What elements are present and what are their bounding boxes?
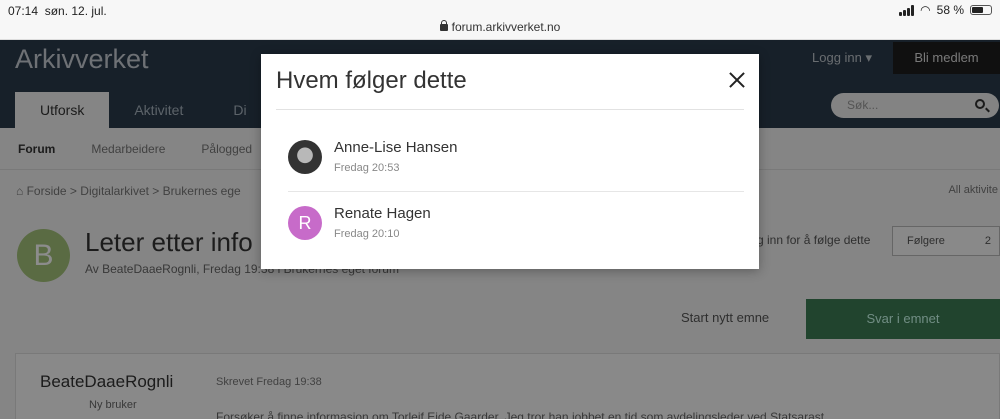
followers-dialog: Hvem følger dette Anne-Lise Hansen Freda… [261,54,759,269]
battery-icon [970,5,992,15]
follower-name[interactable]: Anne-Lise Hansen [334,139,457,156]
divider [276,109,744,110]
avatar[interactable]: R [288,206,322,240]
battery-percent: 58 % [936,3,964,17]
cellular-signal-icon [899,4,915,16]
follower-time: Fredag 20:10 [334,228,400,240]
avatar[interactable] [288,140,322,174]
address-bar[interactable]: forum.arkivverket.no [0,20,1000,34]
lock-icon [439,20,448,31]
dialog-title: Hvem følger dette [276,67,467,94]
status-time: 07:14 søn. 12. jul. [8,4,107,18]
follower-time: Fredag 20:53 [334,162,400,174]
close-icon[interactable] [728,71,746,89]
status-bar: 07:14 søn. 12. jul. ◠ 58 % forum.arkivve… [0,0,1000,40]
follower-item[interactable]: R Renate Hagen Fredag 20:10 [288,191,744,255]
follower-item[interactable]: Anne-Lise Hansen Fredag 20:53 [288,126,744,190]
follower-name[interactable]: Renate Hagen [334,205,431,222]
wifi-icon: ◠ [920,3,931,17]
